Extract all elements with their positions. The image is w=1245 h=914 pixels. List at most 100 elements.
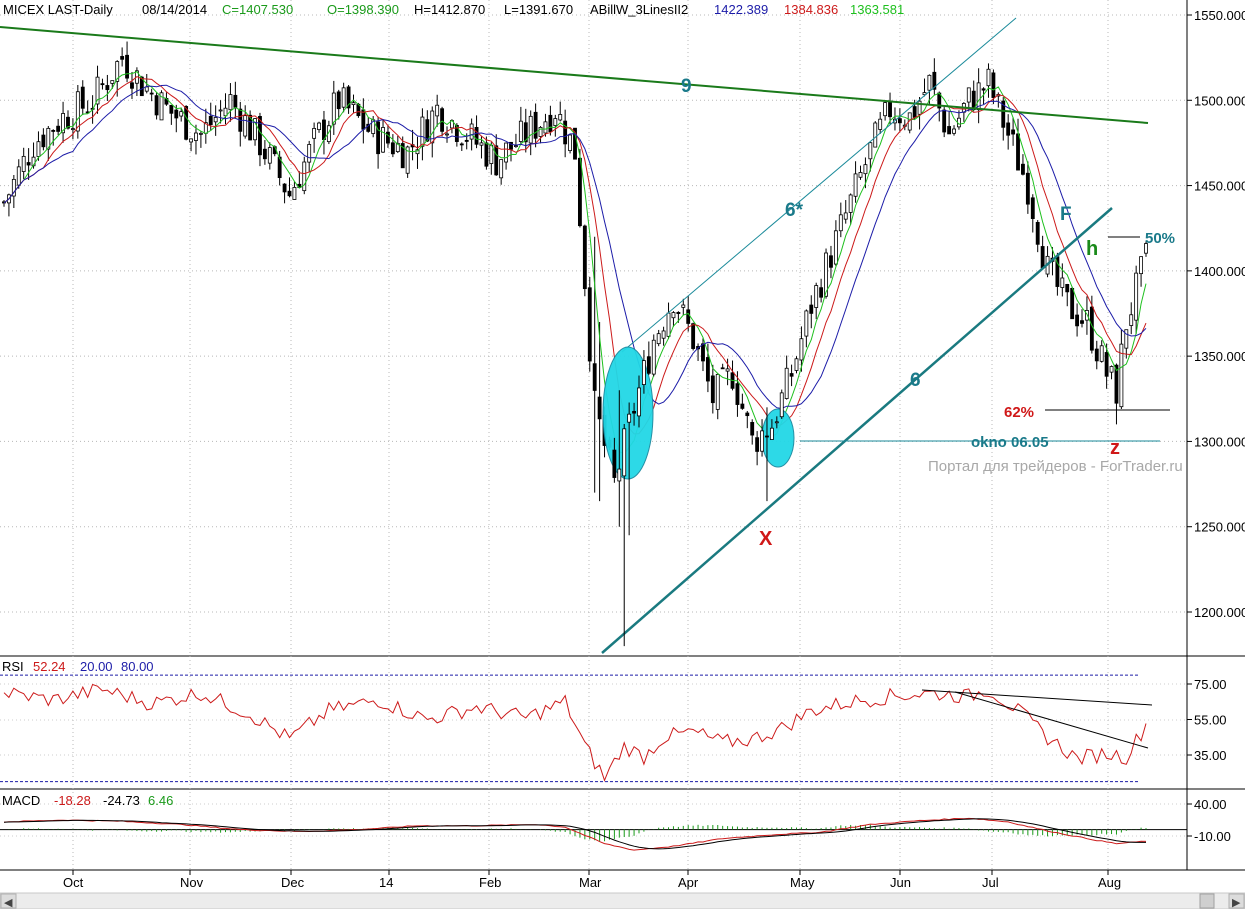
- candle-body: [1060, 277, 1065, 288]
- legend-low: L=1391.670: [504, 2, 573, 17]
- candle-body: [282, 183, 287, 193]
- candle-body: [1016, 133, 1020, 171]
- candle-body: [262, 148, 267, 160]
- candle-body: [558, 114, 563, 121]
- candle-body: [1021, 163, 1025, 175]
- candle-body: [543, 121, 548, 134]
- label-f: F: [1060, 204, 1072, 225]
- candle-body: [307, 144, 312, 163]
- candle-body: [873, 122, 878, 148]
- label-line-6star: 6*: [785, 200, 804, 221]
- legend-ind-red: 1384.836: [784, 2, 838, 17]
- label-line-9: 9: [681, 76, 692, 97]
- candle-body: [218, 109, 223, 112]
- legend-indicator: ABillW_3LinesII2: [590, 2, 688, 17]
- chart-svg: 9 6* 6 X F h z 50% 62% okno 06.05 Портал…: [0, 0, 1245, 910]
- candle-body: [897, 118, 902, 124]
- candle-body: [622, 428, 627, 477]
- candle-body: [1080, 320, 1084, 324]
- rsi-lower: 20.00: [80, 659, 113, 674]
- label-okno: okno 06.05: [971, 434, 1049, 451]
- candle-body: [637, 387, 641, 417]
- candle-body: [952, 128, 956, 134]
- x-tick-label: Mar: [579, 875, 602, 890]
- candle-body: [1129, 314, 1134, 326]
- rsi-upper: 80.00: [121, 659, 154, 674]
- x-tick-label: Aug: [1098, 875, 1121, 890]
- candle-body: [646, 356, 651, 374]
- candle-body: [213, 117, 218, 123]
- macd-v2: -24.73: [103, 793, 140, 808]
- candle-body: [1075, 314, 1080, 327]
- candle-body: [1109, 366, 1114, 373]
- x-tick-label: Nov: [180, 875, 204, 890]
- price-tick-label: 1550.000: [1194, 8, 1245, 23]
- candle-body: [863, 164, 868, 175]
- candle-body: [671, 312, 676, 319]
- candle-body: [1065, 283, 1070, 293]
- candle-body: [735, 383, 740, 405]
- legend-ind-blue: 1422.389: [714, 2, 768, 17]
- candle-body: [174, 109, 179, 119]
- x-tick-label: May: [790, 875, 815, 890]
- label-50pct: 50%: [1145, 230, 1175, 247]
- candle-body: [779, 392, 784, 418]
- candle-body: [794, 358, 799, 371]
- candle-body: [769, 427, 774, 440]
- price-tick-label: 1450.000: [1194, 179, 1245, 194]
- candle-body: [41, 134, 46, 148]
- candle-body: [292, 187, 297, 200]
- candle-body: [853, 173, 858, 197]
- price-tick-label: 1300.000: [1194, 434, 1245, 449]
- macd-v1: -18.28: [54, 793, 91, 808]
- candle-body: [425, 119, 430, 142]
- candle-body: [341, 87, 346, 108]
- candle-body: [130, 82, 134, 89]
- candle-body: [533, 111, 538, 139]
- candle-body: [331, 92, 336, 125]
- candle-body: [317, 122, 321, 131]
- rsi-tick-label: 55.00: [1194, 713, 1227, 728]
- candle-body: [740, 403, 745, 409]
- candle-body: [228, 94, 233, 111]
- legend-high: H=1412.870: [414, 2, 485, 17]
- price-tick-label: 1200.000: [1194, 605, 1245, 620]
- candle-body: [809, 304, 814, 314]
- candle-body: [563, 120, 568, 145]
- candle-body: [617, 468, 622, 482]
- candle-body: [1040, 246, 1045, 269]
- candle-body: [154, 95, 159, 116]
- candle-body: [666, 312, 671, 337]
- candle-body: [947, 126, 952, 135]
- candle-body: [120, 56, 125, 60]
- candle-body: [189, 138, 193, 143]
- candle-body: [479, 142, 484, 146]
- candle-body: [322, 119, 326, 141]
- candle-body: [1094, 348, 1099, 362]
- candle-body: [336, 91, 341, 110]
- candle-body: [464, 139, 469, 142]
- scrollbar-track[interactable]: [0, 892, 1245, 910]
- candle-body: [833, 230, 838, 265]
- candle-body: [504, 142, 509, 163]
- candle-body: [888, 100, 892, 118]
- candle-body: [966, 87, 971, 103]
- watermark: Портал для трейдеров - ForTrader.ru: [928, 458, 1183, 475]
- candle-body: [1099, 345, 1104, 362]
- candle-body: [16, 166, 21, 186]
- x-tick-label: Dec: [281, 875, 305, 890]
- candle-body: [351, 102, 356, 105]
- candle-body: [686, 309, 691, 324]
- candle-body: [868, 142, 873, 160]
- candle-body: [661, 330, 666, 339]
- candle-body: [829, 255, 833, 268]
- candle-body: [110, 80, 115, 84]
- scroll-thumb[interactable]: [1199, 893, 1215, 909]
- candle-body: [469, 123, 474, 140]
- candle-body: [208, 115, 213, 125]
- candle-body: [1139, 256, 1144, 275]
- candle-body: [799, 338, 804, 361]
- candle-body: [715, 374, 720, 410]
- candle-body: [582, 225, 587, 290]
- scroll-right-arrow-icon: ▶: [1232, 897, 1241, 909]
